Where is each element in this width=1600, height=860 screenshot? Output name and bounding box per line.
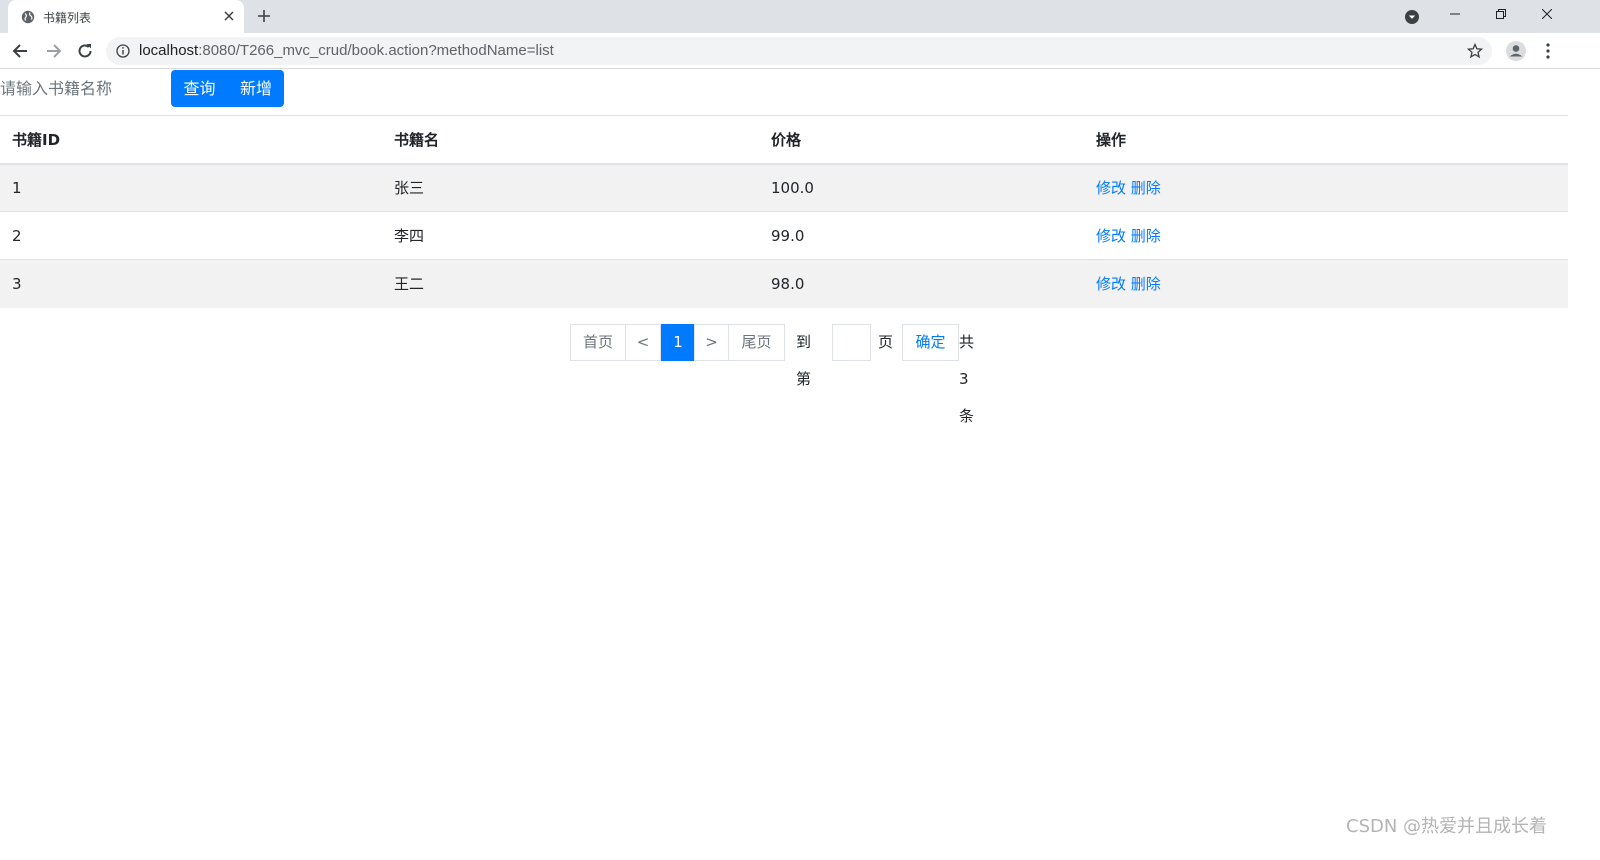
table-row: 2 李四 99.0 修改 删除 [0, 211, 1568, 260]
close-icon [1542, 9, 1552, 19]
cell-book-price: 100.0 [759, 163, 1084, 212]
first-page-button[interactable]: 首页 [570, 324, 626, 361]
close-tab-icon[interactable] [221, 8, 237, 24]
current-page-button[interactable]: 1 [661, 324, 695, 361]
cell-actions: 修改 删除 [1084, 259, 1568, 308]
close-window-button[interactable] [1524, 0, 1570, 30]
account-icon[interactable] [1505, 40, 1527, 62]
tab-search-icon[interactable] [1404, 9, 1420, 25]
cell-book-id: 2 [0, 211, 382, 260]
page-unit-label: 页 [878, 333, 894, 351]
column-header-name: 书籍名 [382, 115, 759, 165]
tab-strip: 书籍列表 [0, 0, 1600, 33]
delete-link[interactable]: 删除 [1131, 275, 1161, 293]
cell-book-price: 99.0 [759, 211, 1084, 260]
watermark: CSDN @热爱并且成长着 [1346, 816, 1548, 837]
table-header-row: 书籍ID 书籍名 价格 操作 [0, 115, 1568, 165]
new-tab-icon[interactable] [256, 8, 272, 24]
forward-arrow-icon[interactable] [43, 41, 63, 61]
table-row: 3 王二 98.0 修改 删除 [0, 259, 1568, 308]
address-bar[interactable]: localhost:8080/T266_mvc_crud/book.action… [106, 37, 1492, 65]
url-text[interactable]: localhost:8080/T266_mvc_crud/book.action… [139, 42, 554, 59]
total-count-label: 共3条 [959, 333, 975, 425]
cell-book-name: 王二 [382, 259, 759, 308]
restore-button[interactable] [1478, 0, 1524, 30]
minimize-button[interactable] [1432, 0, 1478, 30]
goto-page-input[interactable] [832, 324, 871, 361]
cell-book-name: 李四 [382, 211, 759, 260]
add-book-button[interactable]: 新增 [228, 70, 284, 107]
tab-title: 书籍列表 [43, 11, 92, 25]
back-arrow-icon[interactable] [11, 41, 31, 61]
cell-book-id: 1 [0, 163, 382, 212]
cell-book-price: 98.0 [759, 259, 1084, 308]
info-icon[interactable] [116, 44, 130, 58]
goto-page-label: 到第 [796, 333, 812, 388]
page-content: 查询 新增 书籍ID 书籍名 价格 操作 1 张三 100.0 修改 [0, 70, 1568, 860]
next-page-button[interactable]: > [694, 324, 729, 361]
globe-icon [21, 10, 35, 24]
column-header-actions: 操作 [1084, 115, 1568, 165]
prev-page-button[interactable]: < [625, 324, 661, 361]
browser-tab[interactable]: 书籍列表 [8, 0, 244, 33]
search-button[interactable]: 查询 [171, 70, 228, 107]
column-header-price: 价格 [759, 115, 1084, 165]
table-row: 1 张三 100.0 修改 删除 [0, 163, 1568, 212]
cell-book-id: 3 [0, 259, 382, 308]
reload-icon[interactable] [75, 41, 95, 61]
book-table-container: 书籍ID 书籍名 价格 操作 1 张三 100.0 修改 删除 2 李四 99.… [0, 115, 1568, 308]
edit-link[interactable]: 修改 [1096, 179, 1126, 197]
book-name-search-input[interactable] [0, 70, 170, 107]
cell-book-name: 张三 [382, 163, 759, 212]
search-bar: 查询 新增 [0, 70, 400, 108]
edit-link[interactable]: 修改 [1096, 275, 1126, 293]
confirm-goto-button[interactable]: 确定 [902, 324, 959, 361]
url-path: :8080/T266_mvc_crud/book.action?methodNa… [198, 42, 554, 59]
bookmark-star-icon[interactable] [1467, 43, 1483, 59]
delete-link[interactable]: 删除 [1131, 179, 1161, 197]
more-menu-icon[interactable] [1540, 42, 1556, 60]
browser-toolbar: localhost:8080/T266_mvc_crud/book.action… [0, 33, 1600, 69]
url-host: localhost [139, 42, 199, 59]
cell-actions: 修改 删除 [1084, 211, 1568, 260]
cell-actions: 修改 删除 [1084, 163, 1568, 212]
last-page-button[interactable]: 尾页 [728, 324, 785, 361]
book-table: 书籍ID 书籍名 价格 操作 1 张三 100.0 修改 删除 2 李四 99.… [0, 115, 1568, 308]
minimize-icon [1450, 13, 1460, 15]
edit-link[interactable]: 修改 [1096, 227, 1126, 245]
restore-icon [1496, 9, 1506, 19]
delete-link[interactable]: 删除 [1131, 227, 1161, 245]
column-header-id: 书籍ID [0, 115, 382, 165]
